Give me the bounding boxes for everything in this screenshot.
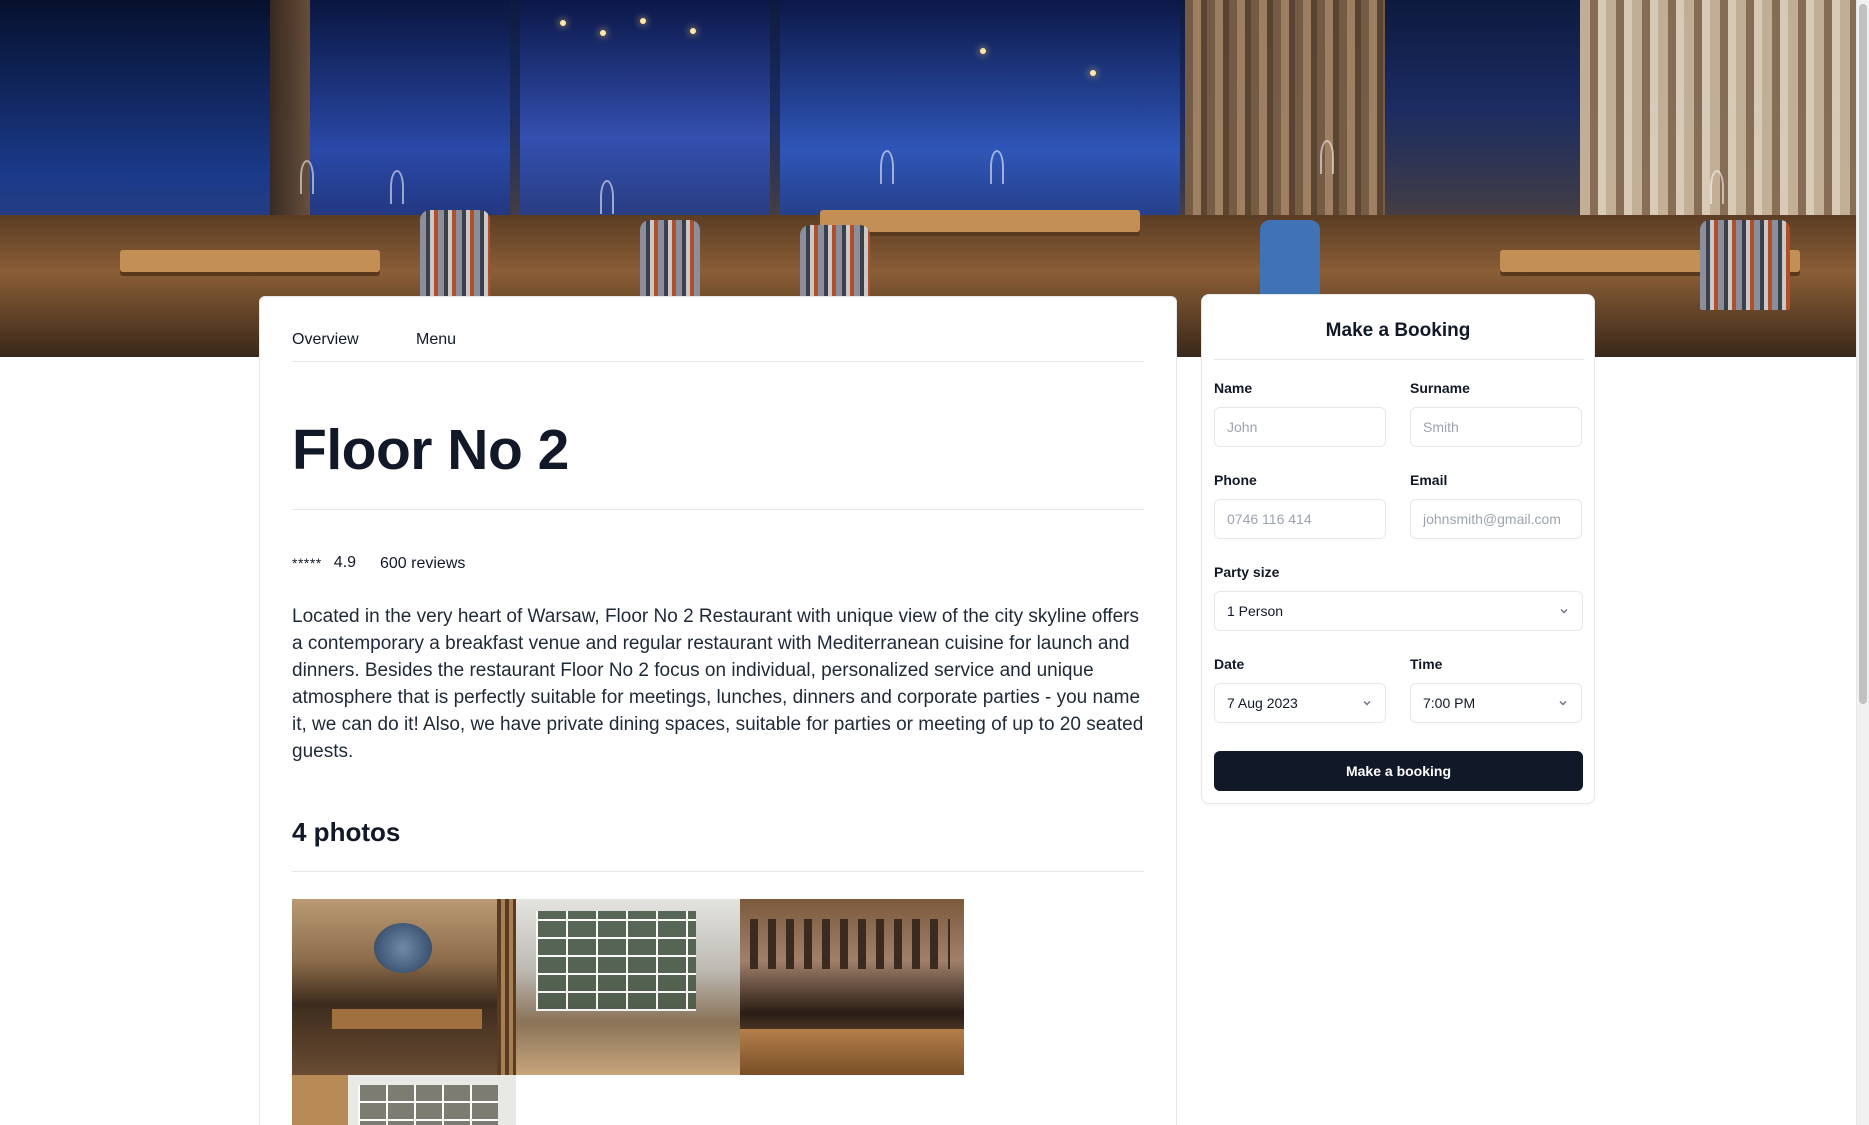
chevron-down-icon — [1559, 701, 1567, 706]
scrollbar-thumb[interactable] — [1859, 4, 1867, 704]
hero-light — [690, 28, 696, 34]
time-select[interactable]: 7:00 PM — [1410, 683, 1582, 723]
restaurant-description: Located in the very heart of Warsaw, Flo… — [292, 606, 1144, 762]
gallery-photo[interactable] — [292, 1075, 516, 1125]
hero-chair — [640, 220, 700, 300]
rating-score: 4.9 — [333, 554, 356, 571]
gallery-photo[interactable] — [292, 899, 516, 1075]
name-input[interactable] — [1214, 407, 1386, 447]
booking-card: Make a Booking Name Surname Phone Email … — [1201, 294, 1595, 804]
party-size-select[interactable]: 1 Person — [1214, 591, 1583, 631]
photo-detail — [374, 923, 432, 973]
surname-label: Surname — [1410, 380, 1470, 396]
chevron-down-icon — [1363, 701, 1371, 706]
tab-menu[interactable]: Menu — [416, 331, 456, 349]
hero-glass — [990, 150, 1004, 184]
hero-glass — [300, 160, 314, 194]
rating-stars: ***** — [292, 555, 322, 571]
date-label: Date — [1214, 656, 1245, 672]
divider — [292, 871, 1144, 872]
hero-chair — [1700, 220, 1790, 310]
hero-light — [980, 48, 986, 54]
hero-chair — [800, 225, 870, 305]
reviews-link[interactable]: 600 reviews — [380, 555, 465, 573]
gallery-photo[interactable] — [516, 899, 740, 1075]
party-size-value: 1 Person — [1227, 603, 1284, 619]
hero-chair — [420, 210, 490, 300]
photo-detail — [750, 919, 950, 969]
date-value: 7 Aug 2023 — [1227, 695, 1298, 711]
gallery-photo[interactable] — [740, 899, 964, 1075]
email-input[interactable] — [1410, 499, 1582, 539]
hero-light — [1090, 70, 1096, 76]
photo-detail — [358, 1085, 498, 1125]
photo-detail — [740, 1029, 964, 1075]
phone-input[interactable] — [1214, 499, 1386, 539]
hero-glass — [390, 170, 404, 204]
restaurant-details-card: Overview Menu Floor No 2 ***** 4.9 600 r… — [259, 296, 1177, 1125]
time-value: 7:00 PM — [1423, 695, 1476, 711]
page-scrollbar[interactable] — [1856, 0, 1869, 1125]
chevron-down-icon — [1560, 609, 1568, 614]
hero-chair — [1260, 220, 1320, 300]
hero-glass — [1710, 170, 1724, 204]
divider — [1214, 359, 1584, 360]
photo-detail — [497, 899, 516, 1075]
photos-heading: 4 photos — [292, 817, 401, 847]
hero-glass — [880, 150, 894, 184]
hero-light — [640, 18, 646, 24]
hero-light — [560, 20, 566, 26]
tab-bar: Overview Menu — [292, 297, 1144, 362]
restaurant-title: Floor No 2 — [292, 418, 569, 482]
hero-glass — [600, 180, 614, 214]
hero-light — [600, 30, 606, 36]
booking-title: Make a Booking — [1325, 320, 1471, 341]
time-label: Time — [1410, 656, 1443, 672]
name-label: Name — [1214, 380, 1253, 396]
photo-detail — [332, 1009, 482, 1029]
email-label: Email — [1410, 472, 1448, 488]
party-size-label: Party size — [1214, 564, 1280, 580]
hero-window — [520, 0, 770, 250]
tab-overview[interactable]: Overview — [292, 331, 359, 349]
photo-detail — [536, 911, 696, 1011]
hero-glass — [1320, 140, 1334, 174]
divider — [292, 509, 1144, 510]
rating-row: ***** 4.9 600 reviews — [292, 551, 465, 575]
date-select[interactable]: 7 Aug 2023 — [1214, 683, 1386, 723]
hero-table — [120, 250, 380, 272]
surname-input[interactable] — [1410, 407, 1582, 447]
hero-window — [0, 0, 300, 250]
phone-label: Phone — [1214, 472, 1257, 488]
make-booking-button[interactable]: Make a booking — [1214, 751, 1583, 791]
